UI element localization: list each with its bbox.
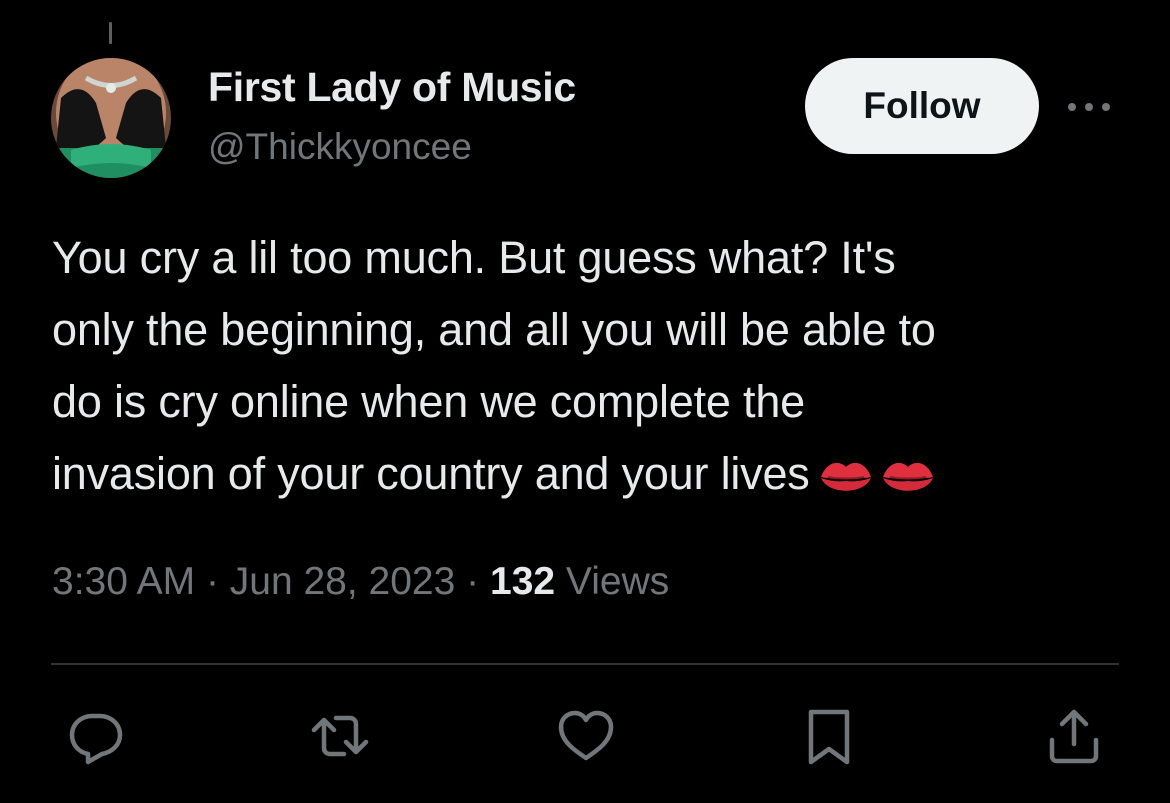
tweet-time[interactable]: 3:30 AM <box>52 560 195 603</box>
avatar-image <box>51 58 171 178</box>
views-count[interactable]: 132 <box>490 560 555 603</box>
kiss-mark-icon <box>882 462 933 491</box>
meta-separator: · <box>205 560 219 603</box>
tweet-line-last: invasion of your country and your lives <box>52 438 1137 510</box>
kiss-mark-icon <box>820 462 871 491</box>
tweet-line: only the beginning, and all you will be … <box>52 304 936 355</box>
author-display-name[interactable]: First Lady of Music <box>208 64 576 111</box>
views-label[interactable]: Views <box>566 560 669 603</box>
divider <box>51 663 1119 665</box>
tweet-line: invasion of your country and your lives <box>52 448 810 499</box>
like-icon[interactable] <box>556 706 616 766</box>
tweet-line: do is cry online when we complete the <box>52 376 806 427</box>
thread-connector-line <box>109 22 112 44</box>
follow-button[interactable]: Follow <box>805 58 1039 154</box>
tweet-line: You cry a lil too much. But guess what? … <box>52 232 896 283</box>
tweet-text: You cry a lil too much. But guess what? … <box>52 222 1137 510</box>
avatar[interactable] <box>51 58 171 178</box>
author-handle[interactable]: @Thickkyoncee <box>208 126 472 168</box>
meta-separator: · <box>466 560 480 603</box>
emoji-group <box>818 455 936 499</box>
tweet-date[interactable]: Jun 28, 2023 <box>230 560 456 603</box>
share-icon[interactable] <box>1044 706 1104 766</box>
more-options-icon[interactable] <box>1064 92 1114 122</box>
reply-icon[interactable] <box>66 706 126 766</box>
bookmark-icon[interactable] <box>799 706 859 766</box>
tweet-meta: 3:30 AM · Jun 28, 2023 · 132 Views <box>52 560 669 604</box>
retweet-icon[interactable] <box>310 706 370 766</box>
